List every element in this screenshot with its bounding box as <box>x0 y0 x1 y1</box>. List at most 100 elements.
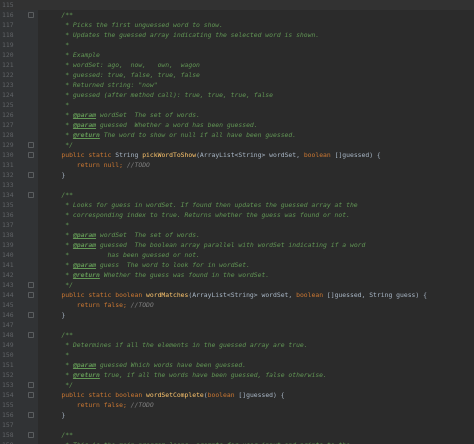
code-line[interactable]: 154 public static boolean wordSetComplet… <box>0 390 474 400</box>
code-token: return false <box>76 401 123 409</box>
line-number: 144 <box>2 291 14 299</box>
fold-marker-icon[interactable] <box>28 152 34 158</box>
code-line[interactable]: 122 * guessed: true, false, true, false <box>0 70 474 80</box>
code-token: } <box>46 171 66 179</box>
code-token: @param <box>72 111 97 119</box>
code-line[interactable]: 119 * <box>0 40 474 50</box>
code-line[interactable]: 127 * @param guessed Whether a word has … <box>0 120 474 130</box>
code-line[interactable]: 159 * This is the main program loops, pr… <box>0 440 474 444</box>
code-token: } <box>46 311 66 319</box>
code-token: * <box>46 101 70 109</box>
code-line[interactable]: 158 /** <box>0 430 474 440</box>
code-token: /** <box>46 431 73 439</box>
code-line[interactable]: 153 */ <box>0 380 474 390</box>
code-token: guessed Which words have been guessed. <box>96 361 247 369</box>
code-token: (ArrayList<String> wordSet, <box>188 291 297 299</box>
code-editor[interactable]: 115 116 /** 117 * Picks the first unguesse… <box>0 0 474 444</box>
code-text: * Example <box>46 50 100 60</box>
fold-marker-icon[interactable] <box>28 192 34 198</box>
code-line[interactable]: 157 <box>0 420 474 430</box>
code-token: * corresponding index to true. Returns w… <box>46 211 350 219</box>
code-line[interactable]: 134 /** <box>0 190 474 200</box>
code-line[interactable]: 144 public static boolean wordMatches(Ar… <box>0 290 474 300</box>
code-text: * @param guessed Whether a word has been… <box>46 120 257 130</box>
fold-marker-icon[interactable] <box>28 412 34 418</box>
fold-marker-icon[interactable] <box>28 332 34 338</box>
code-line[interactable]: 135 * Looks for guess in wordSet. If fou… <box>0 200 474 210</box>
line-number: 139 <box>2 241 14 249</box>
code-text: /** <box>46 330 73 340</box>
code-line[interactable]: 148 /** <box>0 330 474 340</box>
fold-marker-icon[interactable] <box>28 432 34 438</box>
code-line[interactable]: 126 * @param wordSet The set of words. <box>0 110 474 120</box>
code-line[interactable]: 143 */ <box>0 280 474 290</box>
code-token: public static boolean <box>61 391 147 399</box>
code-line[interactable]: 146 } <box>0 310 474 320</box>
line-number: 116 <box>2 11 14 19</box>
code-line[interactable]: 149 * Determines if all the elements in … <box>0 340 474 350</box>
fold-marker-icon[interactable] <box>28 382 34 388</box>
line-number: 152 <box>2 371 14 379</box>
line-number: 130 <box>2 151 14 159</box>
fold-marker-icon[interactable] <box>28 172 34 178</box>
code-line[interactable]: 120 * Example <box>0 50 474 60</box>
code-token: return false <box>76 301 123 309</box>
fold-marker-icon[interactable] <box>28 292 34 298</box>
code-token: wordSet The set of words. <box>96 231 200 239</box>
code-line[interactable]: 150 * <box>0 350 474 360</box>
code-line[interactable]: 117 * Picks the first unguessed word to … <box>0 20 474 30</box>
code-line[interactable]: 131 return null; //TODO <box>0 160 474 170</box>
code-text: * Determines if all the elements in the … <box>46 340 307 350</box>
code-token: */ <box>46 141 73 149</box>
fold-marker-icon[interactable] <box>28 12 34 18</box>
code-line[interactable]: 128 * @return The word to show or null i… <box>0 130 474 140</box>
code-token: * guessed: true, false, true, false <box>46 71 200 79</box>
code-token: /** <box>46 11 73 19</box>
code-line[interactable]: 129 */ <box>0 140 474 150</box>
code-line[interactable]: 151 * @param guessed Which words have be… <box>0 360 474 370</box>
code-line[interactable]: 152 * @return true, if all the words hav… <box>0 370 474 380</box>
code-text: return false; //TODO <box>46 300 154 310</box>
code-line[interactable]: 140 * has been guessed or not. <box>0 250 474 260</box>
code-line[interactable]: 145 return false; //TODO <box>0 300 474 310</box>
code-line[interactable]: 139 * @param guessed The boolean array p… <box>0 240 474 250</box>
code-line[interactable]: 137 * <box>0 220 474 230</box>
code-line[interactable]: 121 * wordSet: ago, now, own, wagon <box>0 60 474 70</box>
code-line[interactable]: 155 return false; //TODO <box>0 400 474 410</box>
code-line[interactable]: 124 * guessed (after method call): true,… <box>0 90 474 100</box>
line-number: 134 <box>2 191 14 199</box>
code-token: * <box>46 131 73 139</box>
code-line[interactable]: 115 <box>0 0 474 10</box>
line-number: 135 <box>2 201 14 209</box>
code-line[interactable]: 132 } <box>0 170 474 180</box>
code-line[interactable]: 116 /** <box>0 10 474 20</box>
fold-marker-icon[interactable] <box>28 282 34 288</box>
code-text: public static String pickWordToShow(Arra… <box>46 150 380 160</box>
code-line[interactable]: 118 * Updates the guessed array indicati… <box>0 30 474 40</box>
code-text: * corresponding index to true. Returns w… <box>46 210 350 220</box>
code-line[interactable]: 147 <box>0 320 474 330</box>
fold-marker-icon[interactable] <box>28 312 34 318</box>
code-line[interactable]: 136 * corresponding index to true. Retur… <box>0 210 474 220</box>
code-text: * guessed (after method call): true, tru… <box>46 90 273 100</box>
code-token: @param <box>72 121 97 129</box>
code-token: * Looks for guess in wordSet. If found t… <box>46 201 358 209</box>
code-line[interactable]: 123 * Returned string: "now" <box>0 80 474 90</box>
code-line[interactable]: 141 * @param guess The word to look for … <box>0 260 474 270</box>
code-line[interactable]: 142 * @return Whether the guess was foun… <box>0 270 474 280</box>
code-token: @param <box>72 261 97 269</box>
code-line[interactable]: 156 } <box>0 410 474 420</box>
line-number: 142 <box>2 271 14 279</box>
code-line[interactable]: 125 * <box>0 100 474 110</box>
code-line[interactable]: 130 public static String pickWordToShow(… <box>0 150 474 160</box>
fold-marker-icon[interactable] <box>28 142 34 148</box>
code-token: /** <box>46 191 73 199</box>
code-line[interactable]: 138 * @param wordSet The set of words. <box>0 230 474 240</box>
code-line[interactable]: 133 <box>0 180 474 190</box>
code-text: } <box>46 410 65 420</box>
code-token: * Picks the first unguessed word to show… <box>46 21 223 29</box>
code-text: /** <box>46 10 73 20</box>
fold-marker-icon[interactable] <box>28 392 34 398</box>
